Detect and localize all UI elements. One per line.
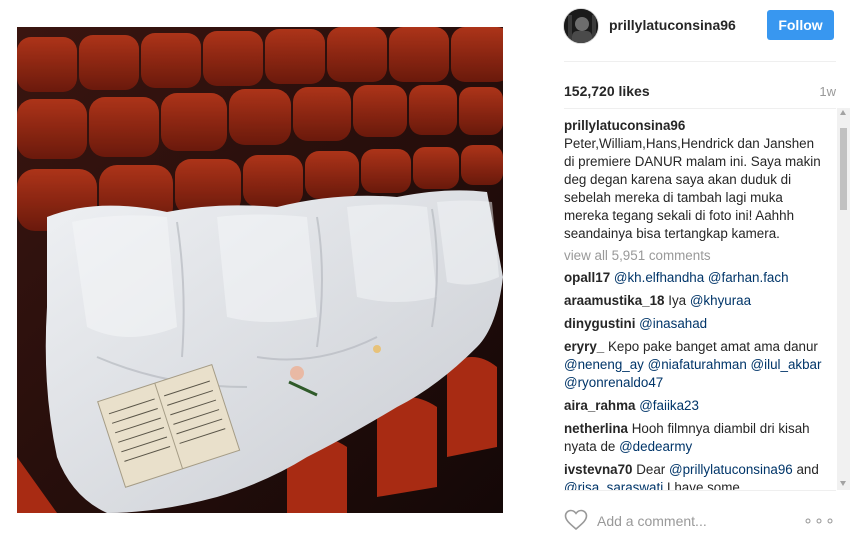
comment-mention[interactable]: @niafaturahman — [648, 357, 747, 372]
comment-mention[interactable]: @neneng_ay — [564, 357, 644, 372]
comment-mention[interactable]: @prillylatuconsina96 — [669, 462, 793, 477]
post-author-username[interactable]: prillylatuconsina96 — [609, 17, 736, 33]
avatar[interactable] — [563, 8, 599, 44]
comment-username[interactable]: dinygustini — [564, 316, 635, 331]
caption-text: Peter,William,Hans,Hendrick dan Janshen … — [564, 136, 821, 241]
comment-username[interactable]: opall17 — [564, 270, 610, 285]
comment-mention[interactable]: @khyuraa — [690, 293, 751, 308]
comments-list[interactable]: prillylatuconsina96 Peter,William,Hans,H… — [564, 117, 823, 490]
theater-seats-photo — [17, 27, 503, 513]
list-item: opall17 @kh.elfhandha @farhan.fach — [564, 269, 823, 287]
post-details-panel: prillylatuconsina96 Follow 152,720 likes… — [550, 0, 850, 541]
comment-text: and — [792, 462, 819, 477]
view-all-comments-link[interactable]: view all 5,951 comments — [564, 247, 823, 265]
comment-username[interactable]: aira_rahma — [564, 398, 635, 413]
avatar-image-icon — [564, 9, 598, 43]
comment-mention[interactable]: @ryonrenaldo47 — [564, 375, 663, 390]
post-photo[interactable] — [17, 27, 503, 513]
list-item: ivstevna70 Dear @prillylatuconsina96 and… — [564, 461, 823, 490]
list-item: aira_rahma @faiika23 — [564, 397, 823, 415]
scroll-down-arrow-icon[interactable] — [840, 481, 846, 486]
scroll-up-arrow-icon[interactable] — [840, 110, 846, 115]
comment-mention[interactable]: @farhan.fach — [708, 270, 789, 285]
likes-divider — [564, 108, 836, 109]
comment-mention[interactable]: @kh.elfhandha — [614, 270, 704, 285]
caption: prillylatuconsina96 Peter,William,Hans,H… — [564, 117, 823, 243]
header-divider — [564, 61, 836, 62]
comment-text: Iya — [668, 293, 690, 308]
comment-text: Dear — [636, 462, 669, 477]
list-item: dinygustini @inasahad — [564, 315, 823, 333]
comment-mention[interactable]: @faiika23 — [639, 398, 699, 413]
add-comment-input[interactable]: Add a comment... — [597, 513, 707, 529]
heart-outline-icon[interactable] — [564, 509, 588, 531]
more-options-icon[interactable]: ∘∘∘ — [803, 511, 836, 531]
comment-text: I have some — [663, 480, 740, 490]
comment-text: Kepo pake banget amat ama danur — [607, 339, 818, 354]
comment-username[interactable]: araamustika_18 — [564, 293, 665, 308]
list-item: araamustika_18 Iya @khyuraa — [564, 292, 823, 310]
post-time[interactable]: 1w — [819, 84, 836, 99]
scrollbar-thumb[interactable] — [840, 128, 847, 210]
list-item: netherlina Hooh filmnya diambil dri kisa… — [564, 420, 823, 456]
comment-mention[interactable]: @dedearmy — [619, 439, 692, 454]
follow-button[interactable]: Follow — [767, 10, 834, 40]
likes-row: 152,720 likes 1w — [564, 80, 836, 100]
comment-mention[interactable]: @inasahad — [639, 316, 707, 331]
list-item: eryry_ Kepo pake banget amat ama danur @… — [564, 338, 823, 392]
comment-mention[interactable]: @risa_saraswati — [564, 480, 663, 490]
comment-mention[interactable]: @ilul_akbar — [751, 357, 822, 372]
comment-username[interactable]: ivstevna70 — [564, 462, 633, 477]
post-header: prillylatuconsina96 Follow — [550, 0, 850, 62]
likes-count[interactable]: 152,720 likes — [564, 83, 650, 99]
add-comment-bar: Add a comment... ∘∘∘ — [564, 490, 836, 541]
comment-username[interactable]: netherlina — [564, 421, 628, 436]
comment-username[interactable]: eryry_ — [564, 339, 604, 354]
caption-username[interactable]: prillylatuconsina96 — [564, 118, 685, 133]
